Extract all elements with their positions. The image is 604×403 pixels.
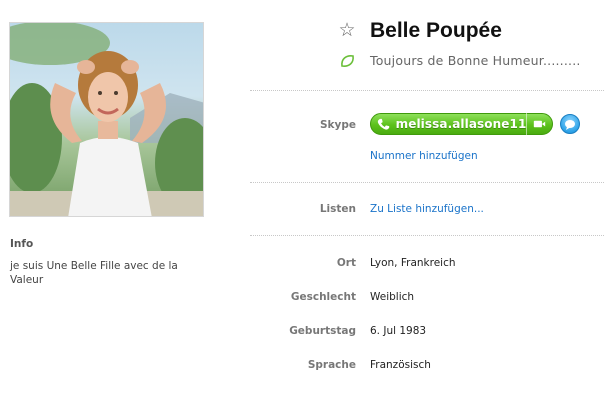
skype-label: Skype	[319, 119, 356, 131]
mood-message: Toujours de Bonne Humeur.........	[370, 53, 581, 68]
add-number-link[interactable]: Nummer hinzufügen	[370, 150, 478, 162]
info-text: je suis Une Belle Fille avec de la Valeu…	[10, 260, 178, 286]
skype-call-button[interactable]: melissa.allasone11	[370, 113, 553, 135]
location-label: Ort	[336, 257, 356, 269]
language-value: Französisch	[370, 359, 431, 371]
birthday-value: 6. Jul 1983	[370, 325, 427, 337]
separator	[250, 235, 604, 236]
phone-icon	[371, 118, 396, 131]
separator	[250, 90, 604, 91]
location-value: Lyon, Frankreich	[370, 257, 456, 269]
gender-value: Weiblich	[370, 291, 415, 303]
lists-label: Listen	[319, 203, 356, 215]
separator	[250, 182, 604, 183]
info-heading: Info	[10, 238, 34, 250]
skype-handle: melissa.allasone11	[395, 117, 527, 131]
add-to-list-link[interactable]: Zu Liste hinzufügen...	[370, 203, 484, 215]
chat-bubble-icon[interactable]	[560, 114, 580, 134]
profile-photo-illustration	[10, 23, 203, 216]
profile-photo	[9, 22, 204, 217]
star-icon[interactable]: ☆	[338, 21, 356, 40]
gender-label: Geschlecht	[290, 291, 356, 303]
video-camera-icon[interactable]	[527, 119, 552, 129]
leaf-icon	[341, 55, 354, 67]
birthday-label: Geburtstag	[289, 325, 356, 337]
profile-name: Belle Poupée	[370, 19, 502, 42]
language-label: Sprache	[307, 359, 356, 371]
